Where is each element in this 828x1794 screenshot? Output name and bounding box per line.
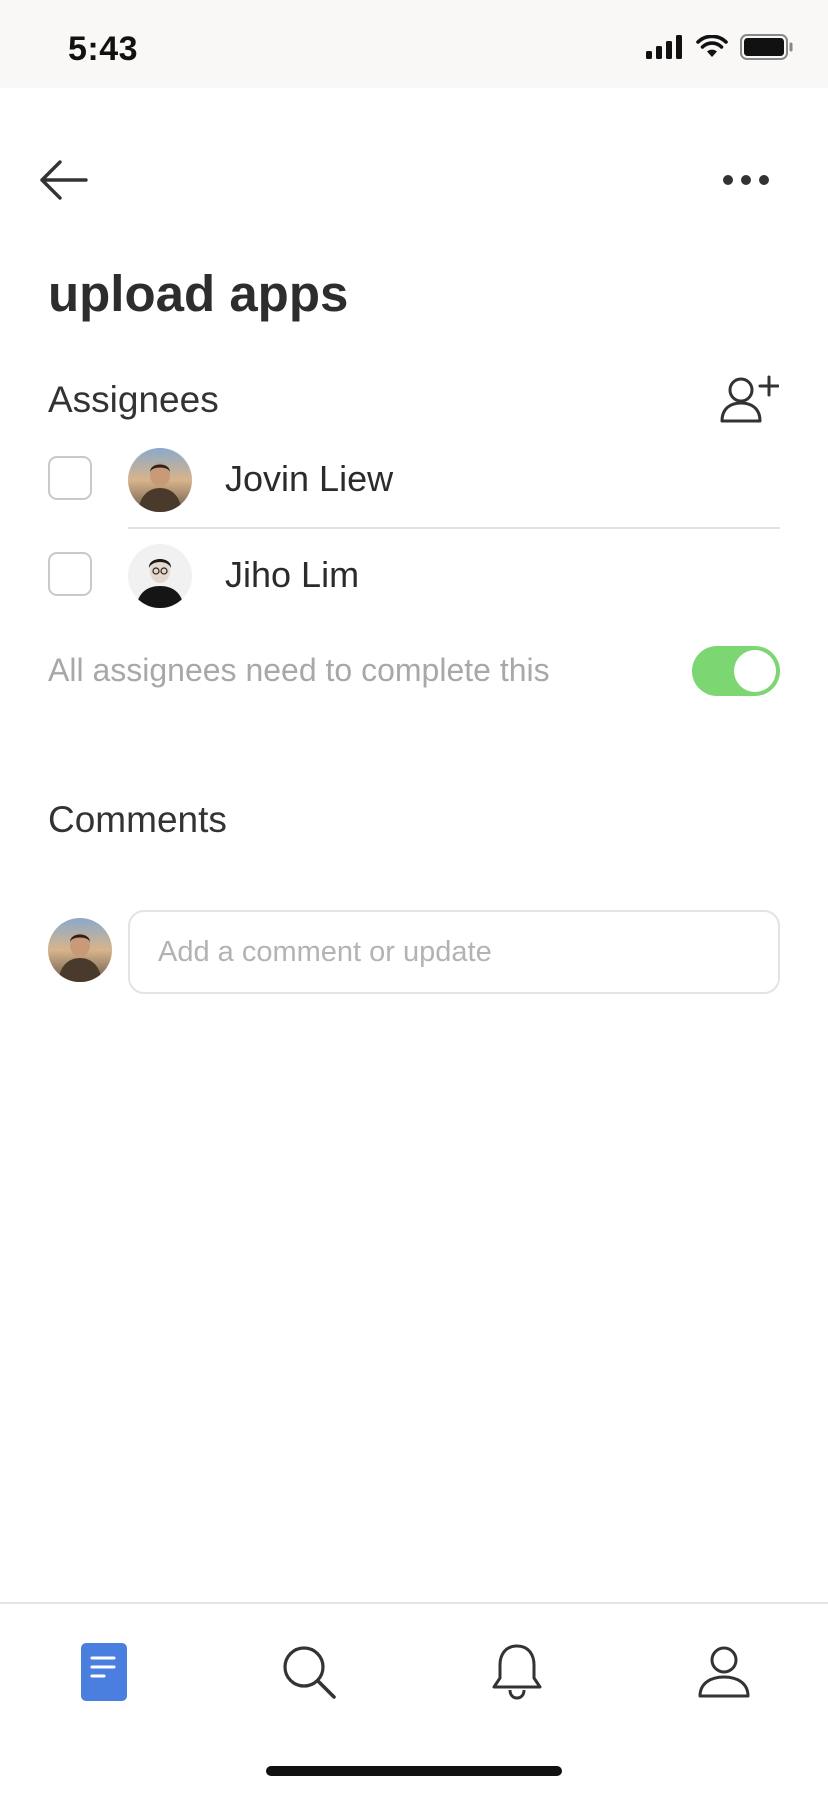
add-assignee-button[interactable]: [718, 375, 780, 428]
search-icon: [281, 1644, 337, 1705]
home-indicator: [266, 1766, 562, 1776]
status-bar: 5:43: [0, 0, 828, 88]
assignee-checkbox[interactable]: [48, 552, 92, 596]
assignee-name: Jiho Lim: [225, 554, 360, 595]
comments-heading: Comments: [48, 799, 227, 840]
assignee-name: Jovin Liew: [225, 458, 394, 499]
tab-tasks[interactable]: [54, 1634, 154, 1714]
tab-search[interactable]: [259, 1634, 359, 1714]
back-button[interactable]: [36, 158, 92, 206]
document-icon: [80, 1642, 128, 1707]
signal-icon: [646, 35, 684, 64]
divider: [128, 527, 780, 529]
bell-icon: [490, 1642, 544, 1707]
assignee-row: Jiho Lim: [48, 536, 780, 616]
comment-input[interactable]: [128, 910, 780, 994]
require-all-label: All assignees need to complete this: [48, 652, 550, 688]
toggle-knob: [734, 650, 776, 692]
require-all-toggle[interactable]: [692, 646, 780, 696]
avatar: [128, 544, 192, 608]
more-options-button[interactable]: [718, 164, 774, 200]
task-title[interactable]: upload apps: [48, 265, 348, 322]
status-icons: [646, 34, 794, 65]
status-time: 5:43: [68, 30, 139, 68]
battery-icon: [740, 34, 794, 65]
wifi-icon: [696, 34, 728, 64]
avatar: [128, 448, 192, 512]
person-icon: [697, 1645, 751, 1704]
assignee-checkbox[interactable]: [48, 456, 92, 500]
current-user-avatar: [48, 918, 112, 982]
tab-profile[interactable]: [674, 1634, 774, 1714]
ellipsis-icon: [722, 173, 770, 191]
assignee-row: Jovin Liew: [48, 440, 780, 529]
add-user-icon: [719, 375, 780, 428]
assignees-heading: Assignees: [48, 379, 219, 420]
tab-notifications[interactable]: [467, 1634, 567, 1714]
arrow-left-icon: [38, 159, 90, 205]
